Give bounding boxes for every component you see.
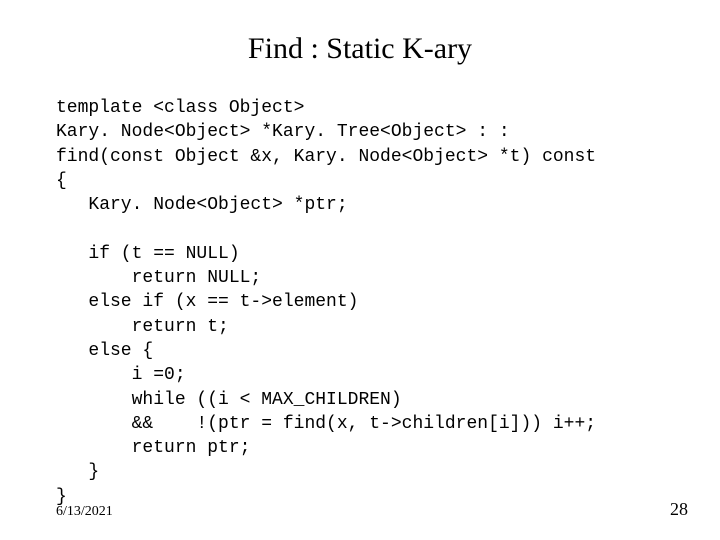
- slide-title: Find : Static K-ary: [0, 32, 720, 66]
- code-block: template <class Object> Kary. Node<Objec…: [56, 96, 596, 509]
- footer-date: 6/13/2021: [56, 504, 113, 520]
- slide: Find : Static K-ary template <class Obje…: [0, 0, 720, 540]
- footer-page-number: 28: [670, 499, 688, 520]
